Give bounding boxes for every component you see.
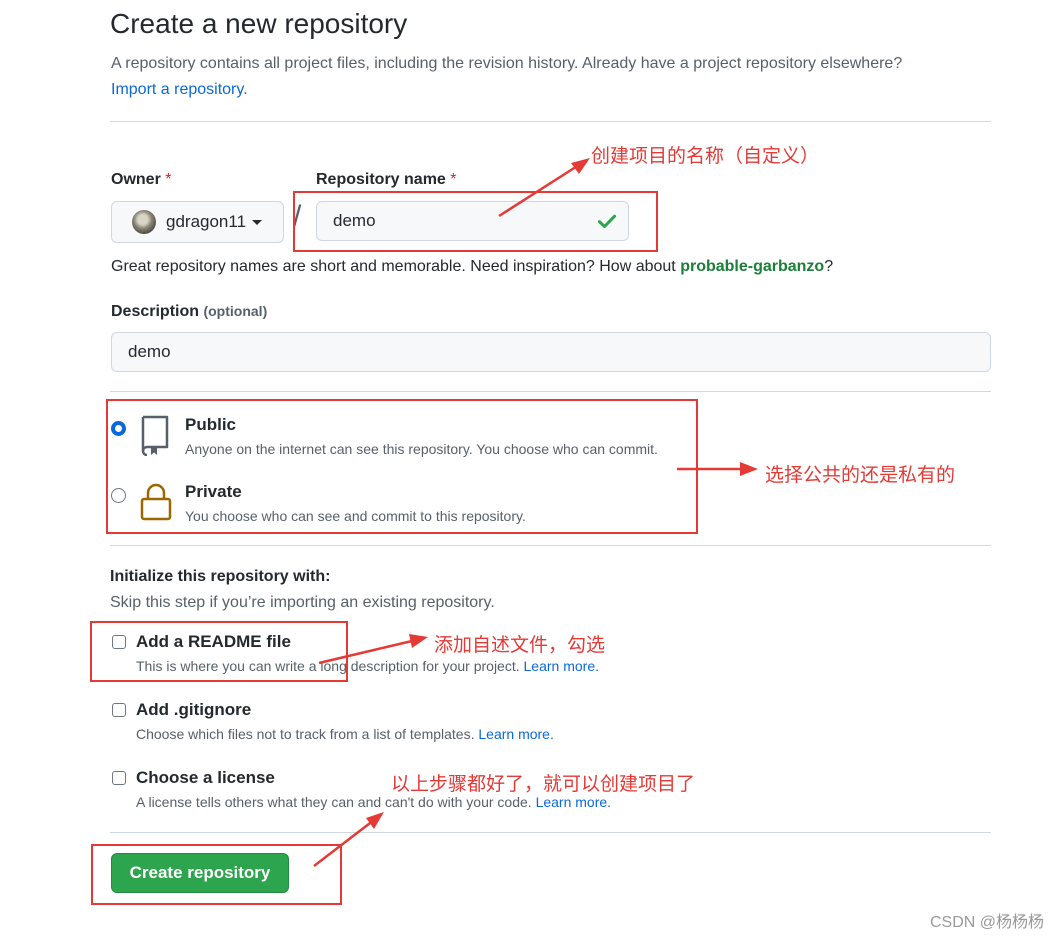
arrow-name <box>498 161 583 218</box>
arrow-create <box>313 819 375 867</box>
annotation-readme: 添加自述文件，勾选 <box>434 634 606 656</box>
annotation-create: 以上步骤都好了，就可以创建项目了 <box>391 773 696 795</box>
annotation-name: 创建项目的名称（自定义） <box>591 145 820 167</box>
annotation-visibility: 选择公共的还是私有的 <box>765 464 956 486</box>
watermark: CSDN @杨杨杨 <box>929 914 1044 931</box>
arrow-readme <box>318 639 413 665</box>
